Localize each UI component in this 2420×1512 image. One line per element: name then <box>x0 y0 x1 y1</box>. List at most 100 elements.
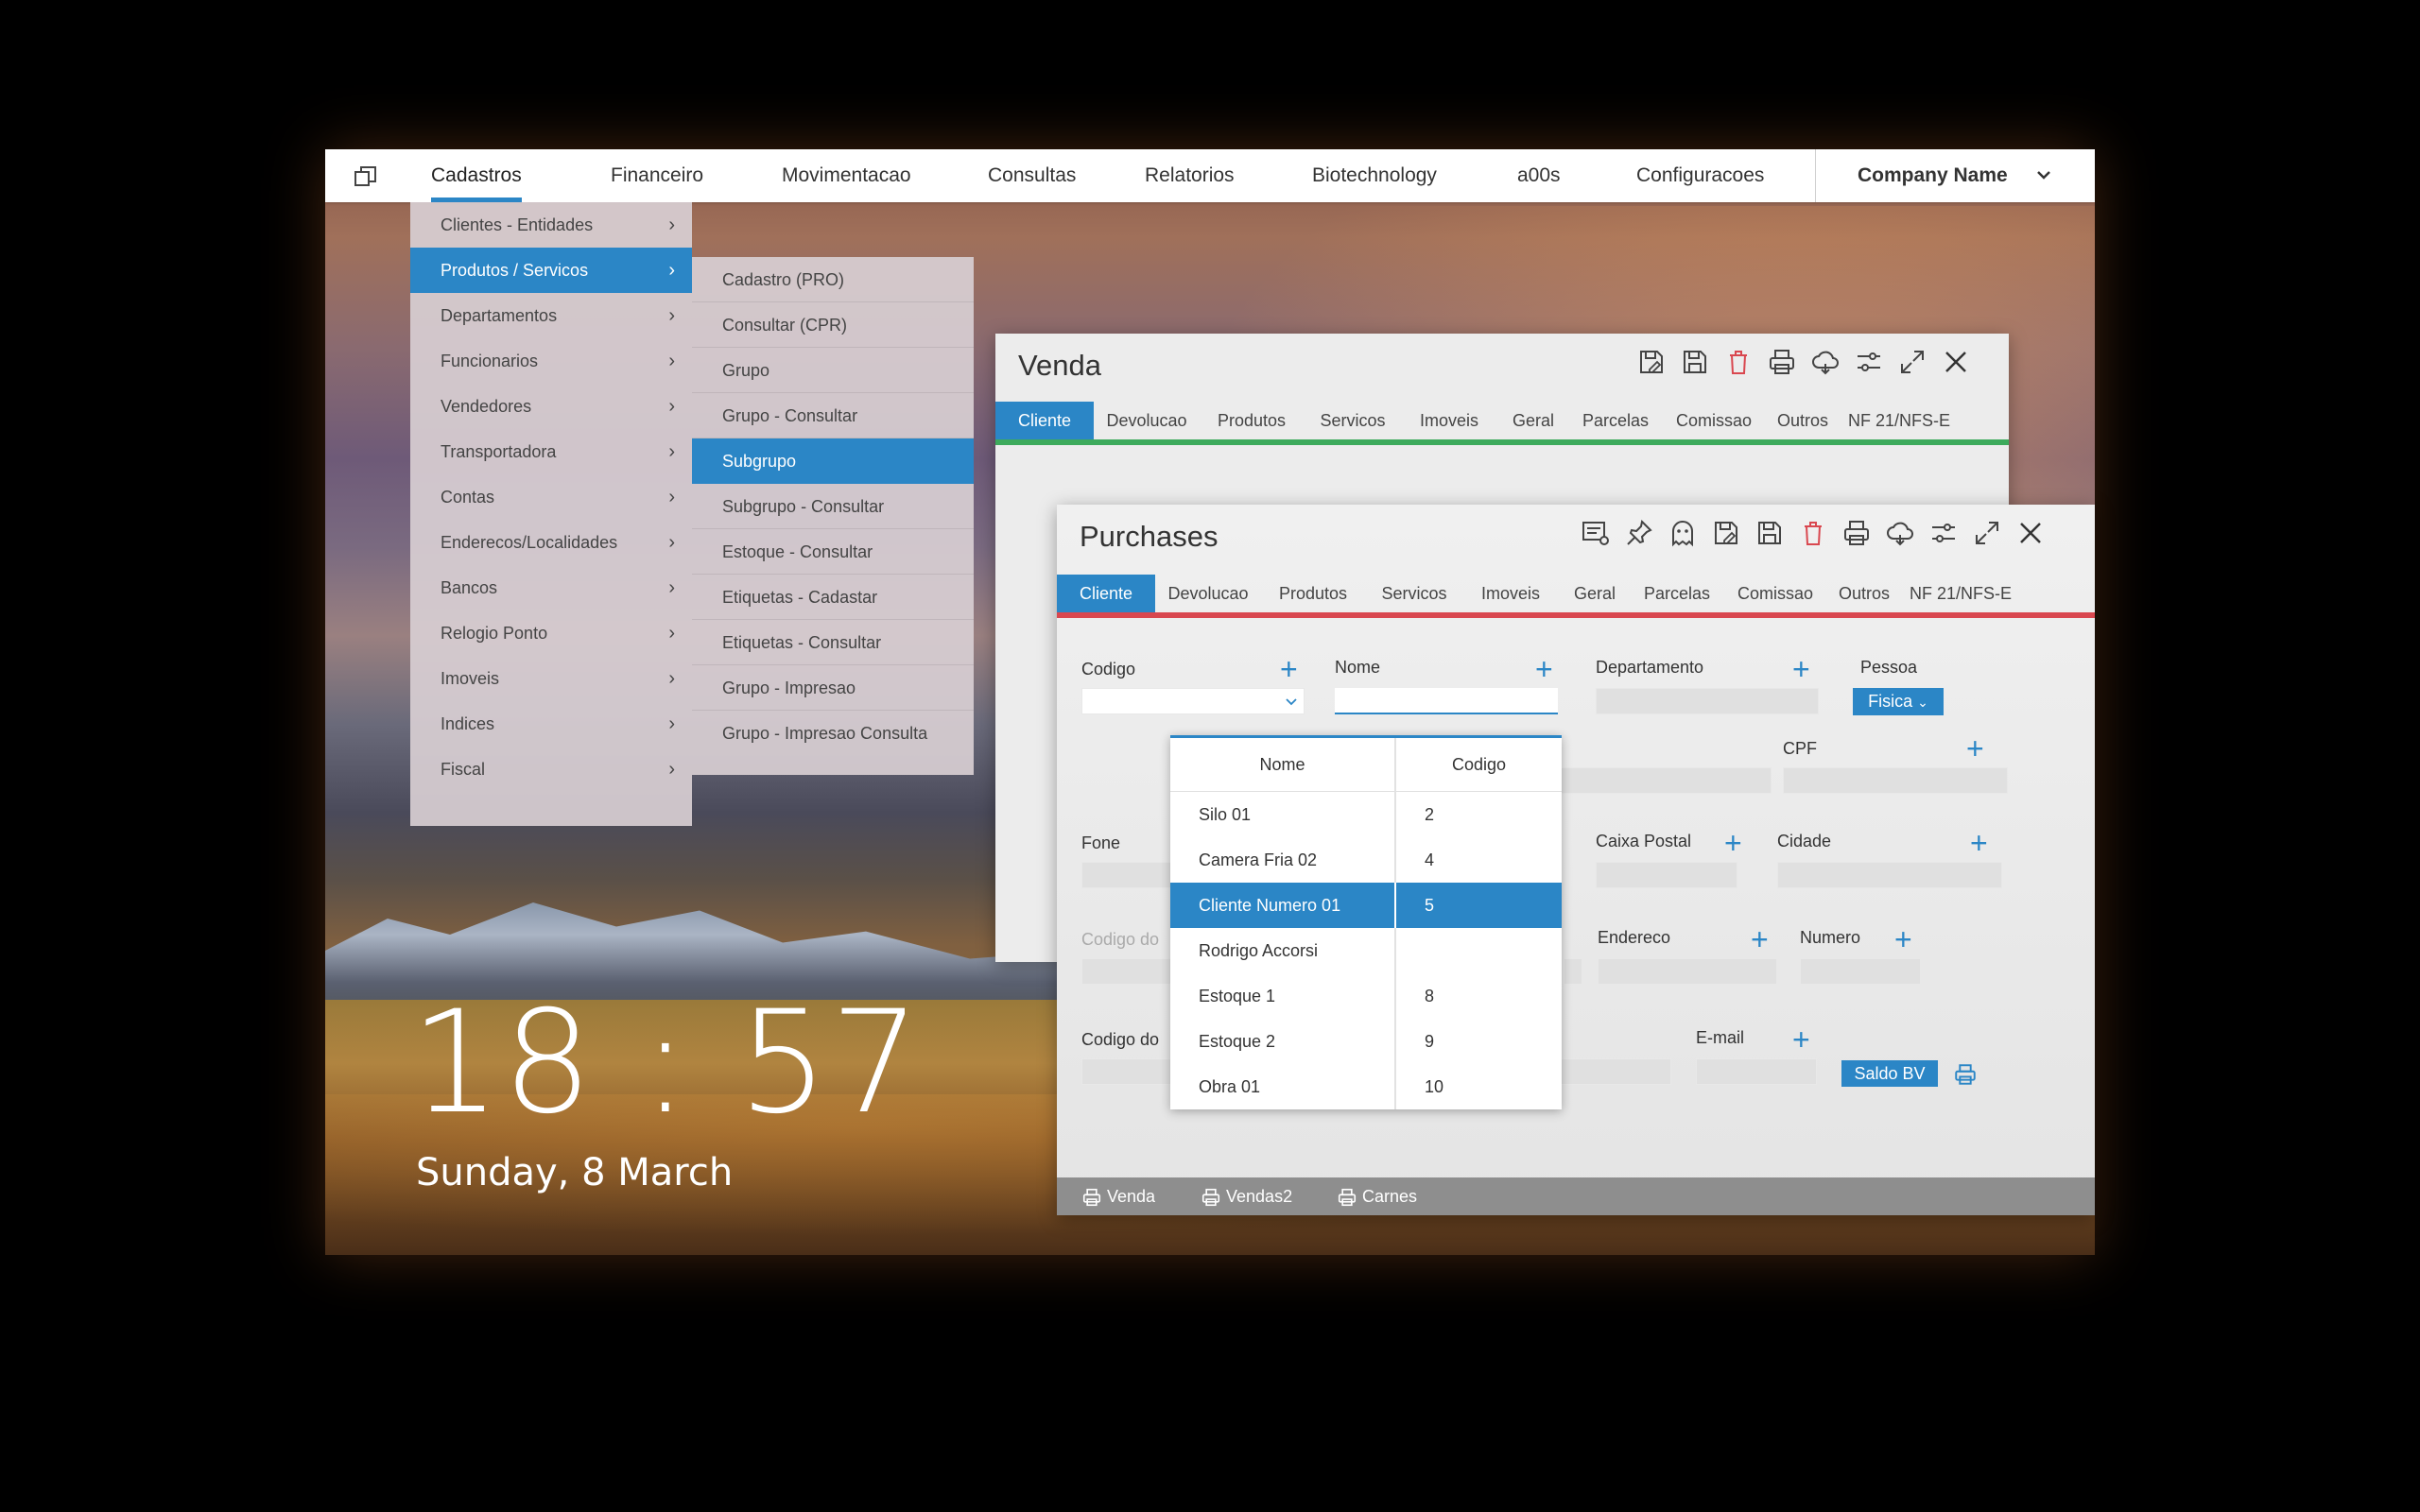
list-item[interactable]: Camera Fria 02 4 <box>1170 837 1562 883</box>
saldo-bv-button[interactable]: Saldo BV <box>1841 1060 1938 1087</box>
submenu-item-etiquetas-cadastar[interactable]: Etiquetas - Cadastar <box>692 575 974 620</box>
list-item[interactable]: Silo 01 2 <box>1170 792 1562 837</box>
submenu-item-cadastro-pro[interactable]: Cadastro (PRO) <box>692 257 974 302</box>
submenu-item-grupo-impresao[interactable]: Grupo - Impresao <box>692 665 974 711</box>
close-icon[interactable] <box>1941 347 1971 377</box>
tab-comissao[interactable]: Comissao <box>1722 575 1828 612</box>
list-settings-icon[interactable] <box>1581 518 1611 548</box>
hidden-input-2[interactable] <box>1564 958 1582 985</box>
menu-item-transportadora[interactable]: Transportadora › <box>410 429 692 474</box>
codigo-do-input-1[interactable] <box>1081 958 1176 985</box>
save-icon[interactable] <box>1680 347 1710 377</box>
list-item[interactable]: Estoque 2 9 <box>1170 1019 1562 1064</box>
list-item[interactable]: Obra 01 10 <box>1170 1064 1562 1109</box>
menu-consultas[interactable]: Consultas <box>975 149 1089 202</box>
add-caixa-postal-icon[interactable]: + <box>1724 828 1742 858</box>
tab-cliente[interactable]: Cliente <box>1057 575 1155 612</box>
list-item-selected[interactable]: Cliente Numero 01 5 <box>1170 883 1562 928</box>
menu-movimentacao[interactable]: Movimentacao <box>769 149 925 202</box>
menu-item-relogio-ponto[interactable]: Relogio Ponto › <box>410 610 692 656</box>
tab-outros[interactable]: Outros <box>1828 575 1900 612</box>
add-endereco-icon[interactable]: + <box>1751 924 1769 954</box>
fone-input[interactable] <box>1081 862 1176 888</box>
menu-item-bancos[interactable]: Bancos › <box>410 565 692 610</box>
ghost-icon[interactable] <box>1668 518 1698 548</box>
tab-produtos[interactable]: Produtos <box>1200 402 1304 439</box>
menu-cadastros[interactable]: Cadastros <box>418 149 535 202</box>
add-departamento-icon[interactable]: + <box>1792 654 1810 684</box>
submenu-item-grupo-consultar[interactable]: Grupo - Consultar <box>692 393 974 438</box>
expand-icon[interactable] <box>1972 518 2002 548</box>
menu-item-indices[interactable]: Indices › <box>410 701 692 747</box>
submenu-item-estoque-consultar[interactable]: Estoque - Consultar <box>692 529 974 575</box>
print-icon[interactable] <box>1767 347 1797 377</box>
departamento-input[interactable] <box>1596 688 1819 714</box>
column-header-codigo[interactable]: Codigo <box>1396 738 1562 791</box>
submenu-item-subgrupo-consultar[interactable]: Subgrupo - Consultar <box>692 484 974 529</box>
submenu-item-consultar-cpr[interactable]: Consultar (CPR) <box>692 302 974 348</box>
cidade-input[interactable] <box>1777 862 2002 888</box>
menu-item-contas[interactable]: Contas › <box>410 474 692 520</box>
add-email-icon[interactable]: + <box>1792 1024 1810 1055</box>
menu-item-fiscal[interactable]: Fiscal › <box>410 747 692 792</box>
print-vendas2-button[interactable]: Vendas2 <box>1201 1177 1292 1215</box>
endereco-input[interactable] <box>1598 958 1777 985</box>
tab-devolucao[interactable]: Devolucao <box>1094 402 1200 439</box>
submenu-item-grupo-impresao-consulta[interactable]: Grupo - Impresao Consulta <box>692 711 974 756</box>
menu-item-departamentos[interactable]: Departamentos › <box>410 293 692 338</box>
add-cpf-icon[interactable]: + <box>1966 733 1984 764</box>
tab-servicos[interactable]: Servicos <box>1365 575 1463 612</box>
tab-parcelas[interactable]: Parcelas <box>1632 575 1722 612</box>
tab-geral[interactable]: Geral <box>1496 402 1570 439</box>
tab-cliente[interactable]: Cliente <box>995 402 1094 439</box>
cloud-icon[interactable] <box>1885 518 1915 548</box>
settings-sliders-icon[interactable] <box>1928 518 1959 548</box>
menu-item-imoveis[interactable]: Imoveis › <box>410 656 692 701</box>
company-selector[interactable]: Company Name <box>1815 149 2095 202</box>
settings-sliders-icon[interactable] <box>1854 347 1884 377</box>
save-icon[interactable] <box>1754 518 1785 548</box>
menu-item-funcionarios[interactable]: Funcionarios › <box>410 338 692 384</box>
menu-financeiro[interactable]: Financeiro <box>597 149 717 202</box>
add-cidade-icon[interactable]: + <box>1970 828 1988 858</box>
menu-configuracoes[interactable]: Configuracoes <box>1623 149 1777 202</box>
submenu-item-etiquetas-consultar[interactable]: Etiquetas - Consultar <box>692 620 974 665</box>
menu-a00s[interactable]: a00s <box>1504 149 1574 202</box>
hidden-input-1[interactable] <box>1558 767 1772 794</box>
tab-nf21[interactable]: NF 21/NFS-E <box>1900 575 2021 612</box>
print-icon[interactable] <box>1841 518 1872 548</box>
tab-parcelas[interactable]: Parcelas <box>1570 402 1661 439</box>
add-codigo-icon[interactable]: + <box>1280 654 1298 684</box>
menu-item-vendedores[interactable]: Vendedores › <box>410 384 692 429</box>
tab-imoveis[interactable]: Imoveis <box>1463 575 1558 612</box>
print-venda-button[interactable]: Venda <box>1081 1177 1155 1215</box>
pin-icon[interactable] <box>1624 518 1654 548</box>
save-edit-icon[interactable] <box>1636 347 1667 377</box>
tab-outros[interactable]: Outros <box>1767 402 1839 439</box>
numero-input[interactable] <box>1800 958 1921 985</box>
delete-icon[interactable] <box>1723 347 1754 377</box>
tab-geral[interactable]: Geral <box>1558 575 1632 612</box>
menu-item-produtos[interactable]: Produtos / Servicos › <box>410 248 692 293</box>
print-carnes-button[interactable]: Carnes <box>1337 1177 1417 1215</box>
email-input[interactable] <box>1696 1058 1817 1085</box>
submenu-item-grupo[interactable]: Grupo <box>692 348 974 393</box>
close-icon[interactable] <box>2015 518 2046 548</box>
submenu-item-subgrupo[interactable]: Subgrupo <box>692 438 974 484</box>
menu-item-clientes[interactable]: Clientes - Entidades › <box>410 202 692 248</box>
column-header-nome[interactable]: Nome <box>1170 738 1394 791</box>
expand-icon[interactable] <box>1897 347 1927 377</box>
add-numero-icon[interactable]: + <box>1894 924 1912 954</box>
tab-imoveis[interactable]: Imoveis <box>1402 402 1496 439</box>
cloud-icon[interactable] <box>1810 347 1841 377</box>
caixa-postal-input[interactable] <box>1596 862 1737 888</box>
codigo-do-input-2[interactable] <box>1081 1058 1176 1085</box>
delete-icon[interactable] <box>1798 518 1828 548</box>
cpf-input[interactable] <box>1783 767 2008 794</box>
tab-nf21[interactable]: NF 21/NFS-E <box>1839 402 1960 439</box>
codigo-select[interactable] <box>1081 688 1305 714</box>
tab-comissao[interactable]: Comissao <box>1661 402 1767 439</box>
save-edit-icon[interactable] <box>1711 518 1741 548</box>
nome-input[interactable] <box>1335 688 1558 714</box>
list-item[interactable]: Rodrigo Accorsi <box>1170 928 1562 973</box>
